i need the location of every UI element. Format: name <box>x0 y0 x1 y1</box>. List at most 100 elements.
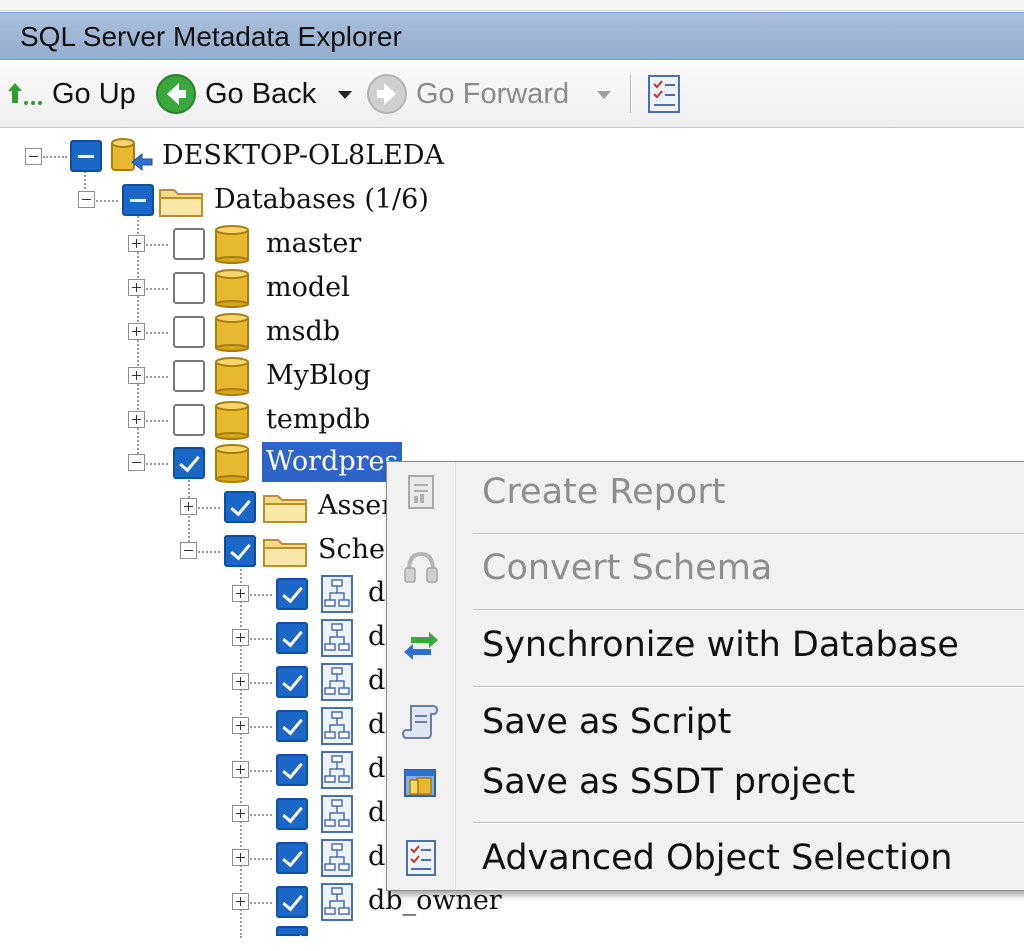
schema-checkbox[interactable] <box>276 842 308 874</box>
expand-toggle[interactable] <box>232 585 249 602</box>
checklist-icon <box>648 75 680 113</box>
expand-toggle[interactable] <box>180 498 197 515</box>
schema-checkbox[interactable] <box>276 710 308 742</box>
database-icon <box>215 401 249 440</box>
toolbar: Go Up Go Back Go Forward <box>0 61 1024 128</box>
tree-node-db[interactable]: msdb <box>262 312 344 352</box>
menu-item-label: Synchronize with Database <box>482 625 959 665</box>
server-checkbox[interactable] <box>70 140 102 172</box>
folder-icon <box>263 495 307 523</box>
tree-node-db-selected[interactable]: Wordpres <box>262 442 403 482</box>
tree-line <box>198 551 220 553</box>
go-back-label: Go Back <box>205 77 317 110</box>
script-scroll-icon <box>401 705 439 739</box>
tree-line <box>96 200 118 202</box>
expand-toggle[interactable] <box>78 191 95 208</box>
schemas-checkbox[interactable] <box>224 535 256 567</box>
menu-item-advanced-selection[interactable]: Advanced Object Selection <box>387 828 1024 888</box>
sync-arrows-icon <box>404 632 438 660</box>
menu-item-label: Create Report <box>482 472 726 512</box>
db-checkbox[interactable] <box>173 360 205 392</box>
schema-icon <box>321 839 353 877</box>
menu-item-synchronize[interactable]: Synchronize with Database <box>387 615 1024 675</box>
go-back-dropdown-arrow[interactable] <box>338 91 352 99</box>
menu-item-label: Advanced Object Selection <box>482 838 953 878</box>
schema-checkbox[interactable] <box>276 926 308 936</box>
tree-node-db[interactable]: master <box>262 224 365 264</box>
panel-title-bar: SQL Server Metadata Explorer <box>0 12 1024 60</box>
expand-toggle[interactable] <box>232 673 249 690</box>
context-menu-gutter <box>387 462 456 890</box>
go-forward-dropdown-arrow[interactable] <box>597 91 611 99</box>
tree-line <box>146 332 168 334</box>
server-icon <box>111 138 153 172</box>
go-forward-button[interactable]: Go Forward <box>366 61 569 127</box>
toolbar-separator <box>630 75 632 113</box>
tree-line <box>146 244 168 246</box>
tree-line <box>240 558 242 938</box>
schema-icon <box>321 751 353 789</box>
assemblies-checkbox[interactable] <box>224 491 256 523</box>
expand-toggle[interactable] <box>128 411 145 428</box>
expand-toggle[interactable] <box>128 454 145 471</box>
expand-toggle[interactable] <box>25 148 42 165</box>
report-icon <box>408 475 434 509</box>
db-checkbox[interactable] <box>173 228 205 260</box>
expand-toggle[interactable] <box>128 367 145 384</box>
expand-toggle[interactable] <box>232 893 249 910</box>
db-checkbox[interactable] <box>173 404 205 436</box>
menu-item-create-report[interactable]: Create Report <box>387 462 1024 522</box>
tree-line <box>250 858 272 860</box>
tree-line <box>250 770 272 772</box>
db-checkbox[interactable] <box>173 272 205 304</box>
schema-icon <box>321 795 353 833</box>
go-back-icon <box>156 74 196 114</box>
expand-toggle[interactable] <box>232 717 249 734</box>
schema-icon <box>321 707 353 745</box>
ssdt-project-icon <box>404 769 436 797</box>
menu-separator <box>473 533 1024 535</box>
database-icon <box>215 269 249 308</box>
go-up-label: Go Up <box>52 77 136 110</box>
context-menu: Create Report Convert Schema Synchronize… <box>386 461 1024 891</box>
db-checkbox[interactable] <box>173 447 205 479</box>
expand-toggle[interactable] <box>128 279 145 296</box>
schema-checkbox[interactable] <box>276 886 308 918</box>
folder-icon <box>263 539 307 567</box>
expand-toggle[interactable] <box>232 761 249 778</box>
expand-toggle[interactable] <box>128 235 145 252</box>
tree-node-db[interactable]: model <box>262 268 354 308</box>
database-icon <box>215 313 249 352</box>
go-up-icon <box>8 83 42 105</box>
database-icon <box>215 444 249 483</box>
tree-line <box>146 376 168 378</box>
tree-line <box>146 288 168 290</box>
schema-checkbox[interactable] <box>276 578 308 610</box>
schema-checkbox[interactable] <box>276 798 308 830</box>
tree-node-db[interactable]: tempdb <box>262 400 374 440</box>
go-forward-icon <box>367 74 407 114</box>
databases-checkbox[interactable] <box>122 184 154 216</box>
object-selection-button[interactable] <box>646 61 682 127</box>
tree-node-databases[interactable]: Databases (1/6) <box>210 180 433 220</box>
go-up-button[interactable]: Go Up <box>6 61 136 127</box>
menu-item-convert-schema[interactable]: Convert Schema <box>387 538 1024 598</box>
tree-node-db[interactable]: MyBlog <box>262 356 375 396</box>
expand-toggle[interactable] <box>232 629 249 646</box>
db-checkbox[interactable] <box>173 316 205 348</box>
menu-item-save-script[interactable]: Save as Script <box>387 692 1024 752</box>
go-back-button[interactable]: Go Back <box>155 61 316 127</box>
expand-toggle[interactable] <box>232 805 249 822</box>
expand-toggle[interactable] <box>180 542 197 559</box>
tree-node-server[interactable]: DESKTOP-OL8LEDA <box>158 136 448 176</box>
go-forward-label: Go Forward <box>416 77 570 110</box>
expand-toggle[interactable] <box>128 323 145 340</box>
tree-line <box>146 463 168 465</box>
schema-checkbox[interactable] <box>276 666 308 698</box>
schema-checkbox[interactable] <box>276 622 308 654</box>
schema-icon <box>321 619 353 657</box>
schema-checkbox[interactable] <box>276 754 308 786</box>
expand-toggle[interactable] <box>232 849 249 866</box>
top-strip <box>0 0 1024 11</box>
menu-item-save-ssdt[interactable]: Save as SSDT project <box>387 752 1024 812</box>
